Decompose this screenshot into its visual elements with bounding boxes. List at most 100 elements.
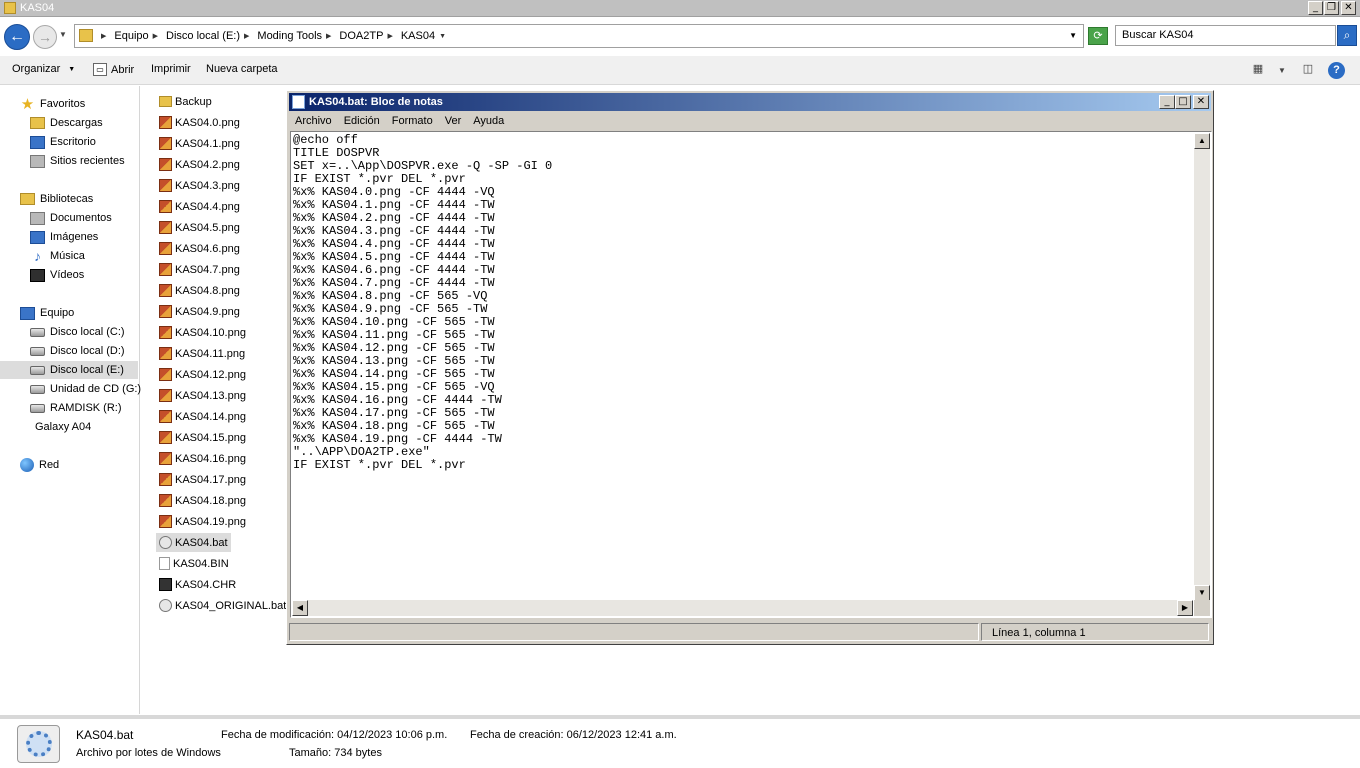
file-item[interactable]: KAS04.18.png [156,491,249,510]
view-dropdown-icon[interactable]: ▼ [1273,66,1291,82]
scroll-down-icon[interactable]: ▼ [1194,585,1210,601]
notepad-close-button[interactable]: ✕ [1193,95,1209,109]
nav-downloads[interactable]: Descargas [30,114,103,132]
notepad-editor[interactable]: @echo off TITLE DOSPVR SET x=..\App\DOSP… [290,131,1212,618]
file-item[interactable]: KAS04.16.png [156,449,249,468]
menu-formato[interactable]: Formato [386,112,439,130]
file-item[interactable]: KAS04.11.png [156,344,248,363]
png-file-icon [159,473,172,486]
file-name: KAS04.5.png [175,221,240,234]
file-item[interactable]: KAS04.17.png [156,470,249,489]
breadcrumb-item[interactable]: Equipo ▶ [112,30,160,42]
breadcrumb-item[interactable]: DOA2TP ▶ [337,30,394,42]
breadcrumb-item[interactable]: Moding Tools ▶ [255,30,333,42]
notepad-minimize-button[interactable]: _ [1159,95,1175,109]
file-name: KAS04.19.png [175,515,246,528]
new-folder-button[interactable]: Nueva carpeta [206,63,278,75]
nav-libraries[interactable]: Bibliotecas [20,190,93,208]
scroll-corner [1194,600,1210,616]
png-file-icon [159,137,172,150]
forward-button[interactable]: → [33,25,57,49]
nav-network[interactable]: Red [20,456,59,474]
file-item[interactable]: KAS04.13.png [156,386,249,405]
bat-file-icon [159,599,172,612]
menu-ayuda[interactable]: Ayuda [467,112,510,130]
scroll-up-icon[interactable]: ▲ [1194,133,1210,149]
file-item[interactable]: KAS04.9.png [156,302,243,321]
address-bar[interactable]: ▶ Equipo ▶ Disco local (E:) ▶ Moding Tools… [74,24,1084,48]
file-item[interactable]: KAS04.19.png [156,512,249,531]
nav-videos[interactable]: Vídeos [30,266,84,284]
file-name: KAS04.BIN [173,557,229,570]
file-item[interactable]: KAS04.CHR [156,575,239,594]
nav-documents[interactable]: Documentos [30,209,112,227]
preview-pane-icon[interactable]: ◫ [1299,62,1317,78]
cd-drive-icon [30,384,45,394]
file-item[interactable]: KAS04.3.png [156,176,243,195]
menu-ver[interactable]: Ver [439,112,468,130]
nav-drive-c[interactable]: Disco local (C:) [30,323,125,341]
file-item[interactable]: KAS04.7.png [156,260,243,279]
nav-drive-d[interactable]: Disco local (D:) [30,342,125,360]
file-item[interactable]: KAS04.12.png [156,365,249,384]
refresh-button[interactable]: ⟳ [1088,27,1108,45]
nav-images[interactable]: Imágenes [30,228,98,246]
details-pane: KAS04.bat Archivo por lotes de Windows F… [0,715,1360,768]
organize-button[interactable]: Organizar ▼ [12,63,75,75]
nav-ramdisk[interactable]: RAMDISK (R:) [30,399,122,417]
file-item[interactable]: KAS04_ORIGINAL.bat [156,596,289,615]
nav-recent[interactable]: Sitios recientes [30,152,125,170]
file-item[interactable]: KAS04.2.png [156,155,243,174]
file-item[interactable]: KAS04.0.png [156,113,243,132]
file-item[interactable]: KAS04.10.png [156,323,249,342]
file-item[interactable]: KAS04.bat [156,533,231,552]
file-item[interactable]: KAS04.4.png [156,197,243,216]
open-button[interactable]: ▭ Abrir [93,63,134,76]
file-item[interactable]: KAS04.14.png [156,407,249,426]
file-name: KAS04.14.png [175,410,246,423]
file-item[interactable]: KAS04.BIN [156,554,232,573]
view-options-icon[interactable]: ▦ [1249,62,1267,78]
network-icon [20,458,34,472]
nav-favorites[interactable]: ★ Favoritos [20,95,85,113]
close-button[interactable]: ✕ [1341,1,1356,15]
desktop-icon [30,135,45,149]
nav-galaxy[interactable]: Galaxy A04 [30,418,91,436]
minimize-button[interactable]: _ [1308,1,1323,15]
menu-edicion[interactable]: Edición [338,112,386,130]
scroll-left-icon[interactable]: ◀ [292,600,308,616]
menu-archivo[interactable]: Archivo [289,112,338,130]
nav-drive-g[interactable]: Unidad de CD (G:) [30,380,141,398]
file-item[interactable]: KAS04.6.png [156,239,243,258]
breadcrumb-item[interactable]: Disco local (E:) ▶ [164,30,251,42]
vertical-scrollbar[interactable]: ▲ ▼ [1194,133,1210,601]
file-item[interactable]: KAS04.15.png [156,428,249,447]
breadcrumb-root-arrow[interactable]: ▶ [99,30,108,42]
nav-drive-e[interactable]: Disco local (E:) [0,361,138,379]
file-item[interactable]: KAS04.8.png [156,281,243,300]
documents-icon [30,211,45,225]
address-dropdown-icon[interactable]: ▼ [1069,31,1077,40]
nav-desktop[interactable]: Escritorio [30,133,96,151]
notepad-text[interactable]: @echo off TITLE DOSPVR SET x=..\App\DOSP… [293,134,1193,602]
search-icon[interactable]: ⌕ [1337,25,1357,46]
history-dropdown-icon[interactable]: ▼ [59,30,67,39]
help-icon[interactable]: ? [1328,62,1345,79]
png-file-icon [159,326,172,339]
file-item[interactable]: Backup [156,92,215,111]
search-input[interactable]: Buscar KAS04 [1115,25,1336,46]
downloads-icon [30,117,45,129]
drive-icon [30,403,45,413]
breadcrumb-item[interactable]: KAS04 ▼ [399,30,448,42]
print-button[interactable]: Imprimir [151,63,191,75]
back-button[interactable]: ← [4,24,30,50]
scroll-right-icon[interactable]: ▶ [1177,600,1193,616]
notepad-maximize-button[interactable]: □ [1175,95,1191,109]
horizontal-scrollbar[interactable]: ◀ ▶ [292,600,1193,616]
batch-file-icon [17,725,60,763]
restore-button[interactable]: ❐ [1324,1,1339,15]
file-item[interactable]: KAS04.1.png [156,134,243,153]
nav-computer[interactable]: Equipo [20,304,74,322]
nav-music[interactable]: ♪ Música [30,247,85,265]
file-item[interactable]: KAS04.5.png [156,218,243,237]
